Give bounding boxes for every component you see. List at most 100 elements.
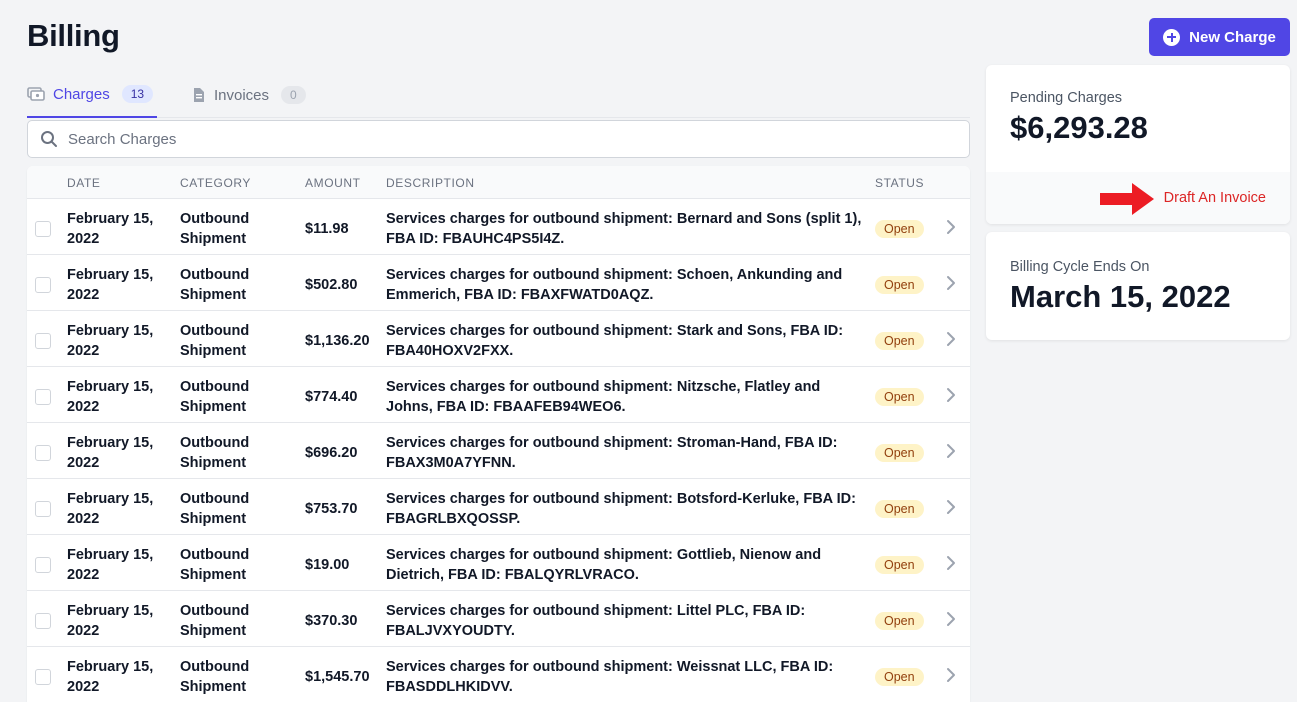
chevron-right-icon[interactable] [946,666,956,684]
table-header: DATE CATEGORY AMOUNT DESCRIPTION STATUS [27,166,970,199]
row-category: Outbound Shipment [180,267,250,303]
tab-invoices-label: Invoices [214,86,270,104]
tab-charges[interactable]: Charges 13 [27,72,158,118]
row-description: Services charges for outbound shipment: … [386,659,834,695]
row-checkbox[interactable] [35,445,51,461]
row-description: Services charges for outbound shipment: … [386,211,862,247]
pending-charges-value: $6,293.28 [1010,110,1148,145]
tab-invoices[interactable]: Invoices 0 [192,72,306,118]
pending-charges-label: Pending Charges [1010,90,1123,106]
row-date: February 15, 2022 [67,323,154,359]
document-icon [194,88,204,102]
status-badge: Open [875,668,924,686]
row-checkbox[interactable] [35,501,51,517]
row-description: Services charges for outbound shipment: … [386,323,844,359]
row-category: Outbound Shipment [180,379,250,415]
tab-invoices-count: 0 [281,86,306,104]
charges-table: DATE CATEGORY AMOUNT DESCRIPTION STATUS … [27,166,970,702]
search-icon [41,131,57,147]
row-checkbox[interactable] [35,277,51,293]
row-description: Services charges for outbound shipment: … [386,267,843,303]
row-amount: $774.40 [305,389,358,405]
table-row[interactable]: February 15, 2022 Outbound Shipment $696… [27,423,970,479]
table-row[interactable]: February 15, 2022 Outbound Shipment $370… [27,591,970,647]
row-amount: $696.20 [305,445,358,461]
row-date: February 15, 2022 [67,659,154,695]
search-input[interactable] [68,130,928,148]
row-checkbox[interactable] [35,669,51,685]
row-date: February 15, 2022 [67,211,154,247]
tab-charges-count: 13 [121,85,154,103]
chevron-right-icon[interactable] [946,386,956,404]
search-box [27,120,970,158]
chevron-right-icon[interactable] [946,610,956,628]
chevron-right-icon[interactable] [946,554,956,572]
row-checkbox[interactable] [35,613,51,629]
table-row[interactable]: February 15, 2022 Outbound Shipment $19.… [27,535,970,591]
row-amount: $1,545.70 [305,669,370,685]
row-category: Outbound Shipment [180,659,250,695]
row-description: Services charges for outbound shipment: … [386,379,821,415]
tab-charges-label: Charges [53,85,110,103]
new-charge-button[interactable]: New Charge [1149,18,1290,56]
row-date: February 15, 2022 [67,603,154,639]
table-row[interactable]: February 15, 2022 Outbound Shipment $1,5… [27,647,970,702]
row-category: Outbound Shipment [180,323,250,359]
draft-invoice-link[interactable]: Draft An Invoice [1164,190,1266,206]
status-badge: Open [875,500,924,518]
header-amount[interactable]: AMOUNT [305,176,361,190]
row-amount: $753.70 [305,501,358,517]
row-category: Outbound Shipment [180,211,250,247]
row-description: Services charges for outbound shipment: … [386,547,822,583]
chevron-right-icon[interactable] [946,330,956,348]
row-description: Services charges for outbound shipment: … [386,491,856,527]
red-arrow-icon [1100,183,1154,215]
row-category: Outbound Shipment [180,435,250,471]
row-amount: $19.00 [305,557,350,573]
plus-circle-icon [1163,28,1181,46]
page-title: Billing [27,18,120,53]
row-category: Outbound Shipment [180,491,250,527]
chevron-right-icon[interactable] [946,498,956,516]
header-category[interactable]: CATEGORY [180,176,251,190]
table-row[interactable]: February 15, 2022 Outbound Shipment $11.… [27,199,970,255]
table-row[interactable]: February 15, 2022 Outbound Shipment $753… [27,479,970,535]
billing-cycle-value: March 15, 2022 [1010,279,1231,314]
row-checkbox[interactable] [35,221,51,237]
chevron-right-icon[interactable] [946,274,956,292]
row-checkbox[interactable] [35,389,51,405]
row-category: Outbound Shipment [180,603,250,639]
new-charge-label: New Charge [1189,28,1276,46]
status-badge: Open [875,388,924,406]
status-badge: Open [875,444,924,462]
row-date: February 15, 2022 [67,547,154,583]
row-amount: $370.30 [305,613,358,629]
status-badge: Open [875,612,924,630]
status-badge: Open [875,220,924,238]
header-status[interactable]: STATUS [875,176,924,190]
row-checkbox[interactable] [35,557,51,573]
status-badge: Open [875,332,924,350]
billing-cycle-card: Billing Cycle Ends On March 15, 2022 [986,232,1290,340]
row-date: February 15, 2022 [67,267,154,303]
row-category: Outbound Shipment [180,547,250,583]
row-date: February 15, 2022 [67,435,154,471]
status-badge: Open [875,556,924,574]
row-amount: $11.98 [305,221,349,237]
billing-cycle-label: Billing Cycle Ends On [1010,259,1150,275]
row-checkbox[interactable] [35,333,51,349]
status-badge: Open [875,276,924,294]
header-date[interactable]: DATE [67,176,101,190]
table-row[interactable]: February 15, 2022 Outbound Shipment $502… [27,255,970,311]
row-amount: $502.80 [305,277,358,293]
row-description: Services charges for outbound shipment: … [386,603,806,639]
table-row[interactable]: February 15, 2022 Outbound Shipment $774… [27,367,970,423]
chevron-right-icon[interactable] [946,442,956,460]
row-amount: $1,136.20 [305,333,370,349]
row-description: Services charges for outbound shipment: … [386,435,838,471]
table-row[interactable]: February 15, 2022 Outbound Shipment $1,1… [27,311,970,367]
chevron-right-icon[interactable] [946,218,956,236]
tab-bar: Charges 13 Invoices 0 [27,72,970,118]
row-date: February 15, 2022 [67,379,154,415]
header-description[interactable]: DESCRIPTION [386,176,475,190]
